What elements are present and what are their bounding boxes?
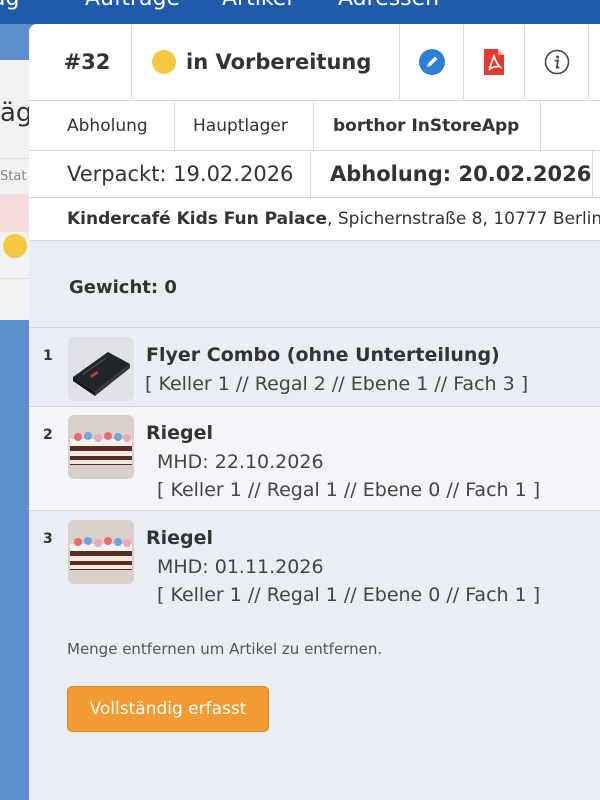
order-dates-row: Verpackt: 19.02.2026 Abholung: 20.02.202…: [29, 151, 600, 198]
item-location: [ Keller 1 // Regal 1 // Ebene 0 // Fach…: [157, 479, 541, 501]
nav-item-addresses[interactable]: Adressen: [338, 0, 439, 11]
item-number: 2: [43, 427, 53, 443]
background-row[interactable]: [0, 194, 30, 232]
item-location: [ Keller 1 // Regal 2 // Ebene 1 // Fach…: [145, 373, 529, 395]
background-heading: äge: [0, 98, 30, 128]
nav-item-orders[interactable]: Aufträge: [85, 0, 180, 11]
packed-date-label: Verpackt: 19.02.2026: [67, 162, 294, 186]
source-app-label: borthor InStoreApp: [333, 115, 520, 136]
packed-date: Verpackt: 19.02.2026: [29, 151, 311, 197]
pdf-button[interactable]: [464, 24, 525, 100]
list-item[interactable]: 2 Riegel MHD: 22.10.2026 [ Keller 1 // R…: [29, 406, 600, 510]
item-location: [ Keller 1 // Regal 1 // Ebene 0 // Fach…: [157, 584, 541, 606]
remove-hint-text: Menge entfernen um Artikel zu entfernen.: [67, 640, 383, 658]
order-header-row: #32 in Vorbereitung: [29, 24, 600, 101]
info-icon: [544, 49, 569, 75]
info-button[interactable]: [525, 24, 589, 100]
delivery-type-label: Abholung: [67, 115, 148, 136]
item-number: 1: [43, 348, 53, 364]
item-title: Flyer Combo (ohne Unterteilung): [146, 344, 500, 366]
divider: [0, 278, 30, 279]
item-mhd: MHD: 01.11.2026: [157, 556, 324, 578]
delivery-type: Abholung: [29, 101, 175, 150]
item-title: Riegel: [146, 527, 214, 549]
nav-item-fragment[interactable]: ag: [0, 0, 19, 11]
background-status-header: Stat: [0, 169, 27, 184]
status-dot-icon: [152, 50, 176, 74]
warehouse-label: Hauptlager: [193, 115, 288, 136]
complete-button[interactable]: Vollständig erfasst: [67, 686, 269, 732]
item-mhd: MHD: 22.10.2026: [157, 451, 324, 473]
background-page: äge Stat: [0, 60, 30, 320]
cake-bar-icon: [68, 415, 134, 479]
cake-bar-icon: [68, 520, 134, 584]
edit-icon: [418, 49, 445, 75]
pickup-date-label: Abholung: 20.02.2026: [330, 162, 592, 186]
order-status-label: in Vorbereitung: [186, 50, 372, 74]
flyer-box-icon: [68, 337, 134, 401]
item-title: Riegel: [146, 422, 214, 444]
item-number: 3: [43, 531, 53, 547]
pdf-icon: [484, 49, 504, 75]
weight-label: Gewicht: 0: [69, 277, 177, 298]
order-status-cell: in Vorbereitung: [132, 24, 400, 100]
customer-name: Kindercafé Kids Fun Palace: [67, 209, 328, 229]
customer-row: Kindercafé Kids Fun Palace, Spichernstra…: [29, 198, 600, 241]
background-top-nav: ag Aufträge Artikel Adressen: [0, 0, 600, 24]
warehouse: Hauptlager: [175, 101, 314, 150]
order-meta-row: Abholung Hauptlager borthor InStoreApp: [29, 101, 600, 151]
order-detail-modal: × #32 in Vorbereitung: [29, 24, 600, 800]
customer-address: , Spichernstraße 8, 10777 Berlin: [327, 209, 600, 229]
list-item[interactable]: 3 Riegel MHD: 01.11.2026 [ Keller 1 // R…: [29, 510, 600, 615]
order-number-cell: #32: [29, 24, 132, 100]
background-status-dot: [3, 234, 27, 258]
list-item[interactable]: 1 Flyer Combo (ohne Unterteilung) [ Kell…: [29, 327, 600, 406]
divider: [0, 158, 30, 159]
edit-button[interactable]: [400, 24, 464, 100]
order-number: #32: [63, 50, 111, 74]
pickup-date: Abholung: 20.02.2026: [311, 151, 593, 197]
nav-item-articles[interactable]: Artikel: [222, 0, 292, 11]
source-app: borthor InStoreApp: [314, 101, 541, 150]
